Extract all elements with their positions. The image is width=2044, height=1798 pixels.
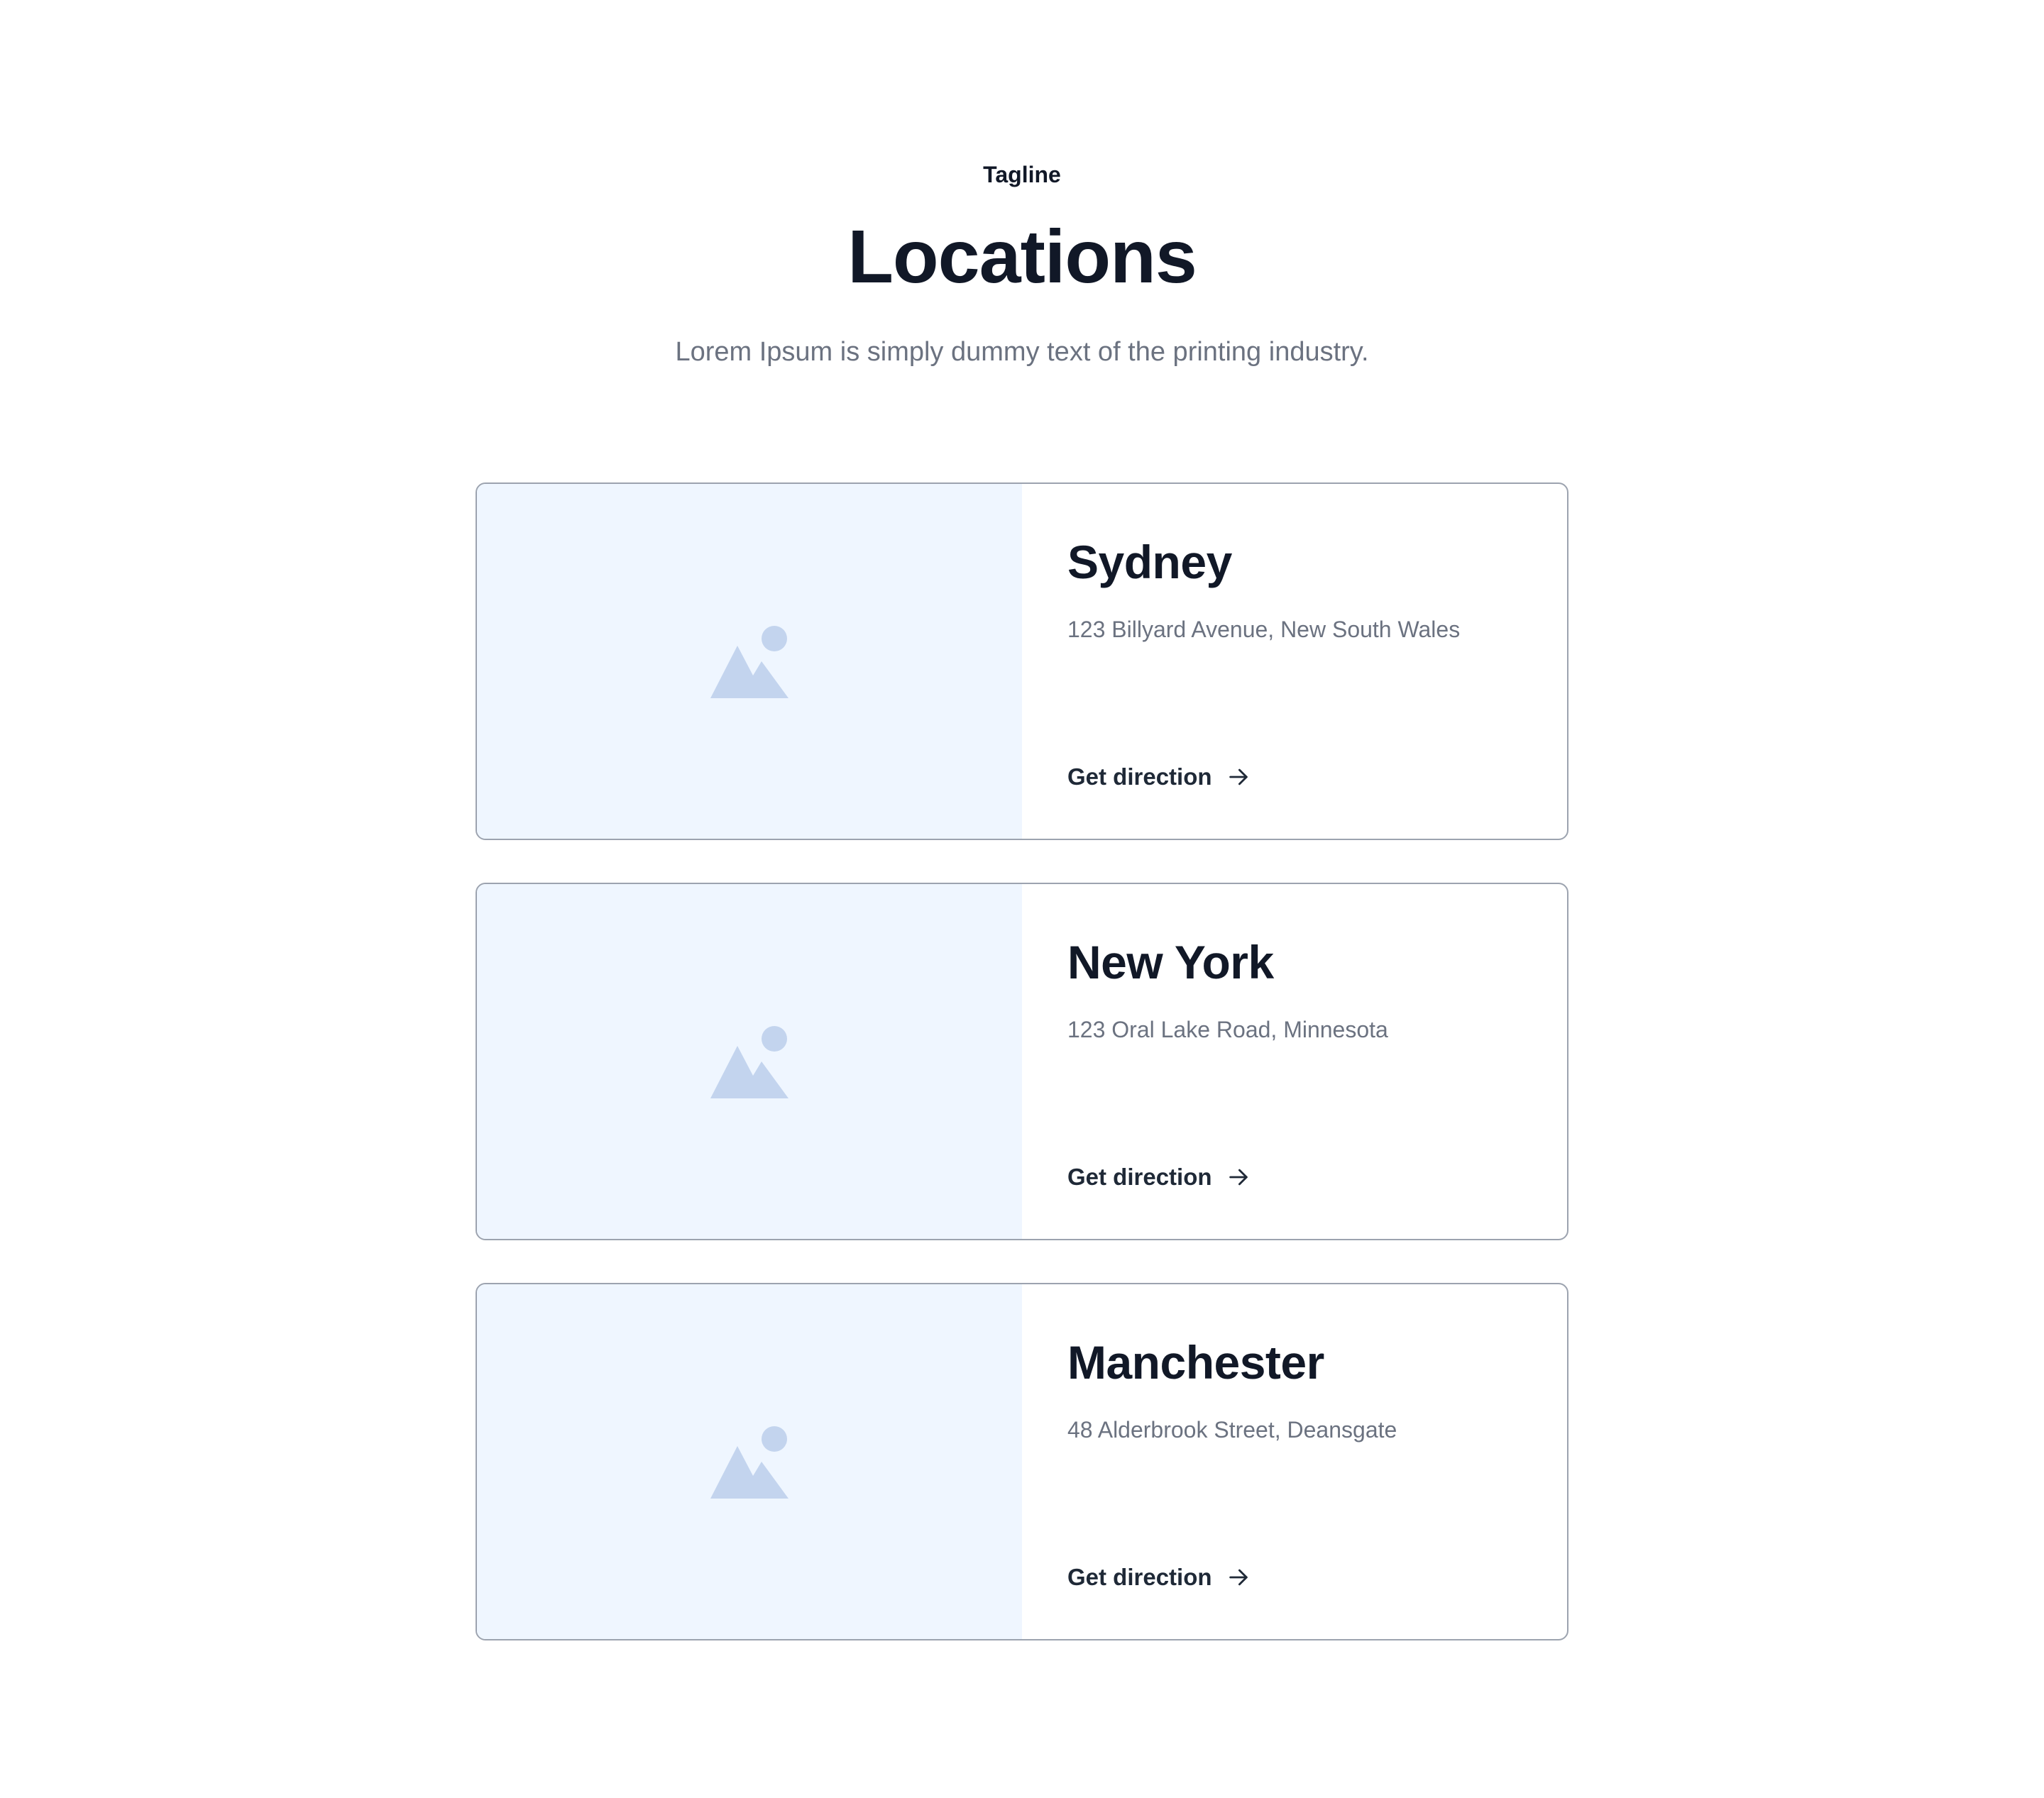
get-direction-link[interactable]: Get direction	[1067, 1562, 1251, 1592]
location-list: Sydney 123 Billyard Avenue, New South Wa…	[476, 482, 1568, 1683]
location-card-manchester: Manchester 48 Alderbrook Street, Deansga…	[476, 1283, 1568, 1640]
location-image-placeholder	[477, 884, 1022, 1239]
image-placeholder-icon	[710, 1426, 789, 1499]
location-image-placeholder	[477, 484, 1022, 839]
location-address: 123 Billyard Avenue, New South Wales	[1067, 617, 1461, 642]
location-card-body: Sydney 123 Billyard Avenue, New South Wa…	[1022, 484, 1567, 839]
location-card-new-york: New York 123 Oral Lake Road, Minnesota G…	[476, 883, 1568, 1240]
tagline: Tagline	[983, 162, 1061, 187]
image-placeholder-icon	[710, 626, 789, 698]
get-direction-label: Get direction	[1067, 1564, 1212, 1590]
location-card-body: Manchester 48 Alderbrook Street, Deansga…	[1022, 1284, 1567, 1639]
image-placeholder-icon	[710, 1026, 789, 1098]
location-name: Sydney	[1067, 536, 1232, 588]
page-title: Locations	[847, 215, 1197, 299]
location-address: 123 Oral Lake Road, Minnesota	[1067, 1017, 1388, 1042]
location-image-placeholder	[477, 1284, 1022, 1639]
page-subtitle: Lorem Ipsum is simply dummy text of the …	[675, 337, 1369, 367]
location-address: 48 Alderbrook Street, Deansgate	[1067, 1417, 1397, 1443]
arrow-right-icon	[1229, 1169, 1248, 1186]
get-direction-label: Get direction	[1067, 1164, 1212, 1190]
location-name: New York	[1067, 936, 1274, 988]
get-direction-link[interactable]: Get direction	[1067, 1162, 1251, 1192]
arrow-right-icon	[1229, 1569, 1248, 1586]
arrow-right-icon	[1229, 768, 1248, 785]
get-direction-label: Get direction	[1067, 763, 1212, 790]
location-card-sydney: Sydney 123 Billyard Avenue, New South Wa…	[476, 482, 1568, 840]
get-direction-link[interactable]: Get direction	[1067, 762, 1251, 792]
location-name: Manchester	[1067, 1336, 1324, 1389]
location-card-body: New York 123 Oral Lake Road, Minnesota G…	[1022, 884, 1567, 1239]
